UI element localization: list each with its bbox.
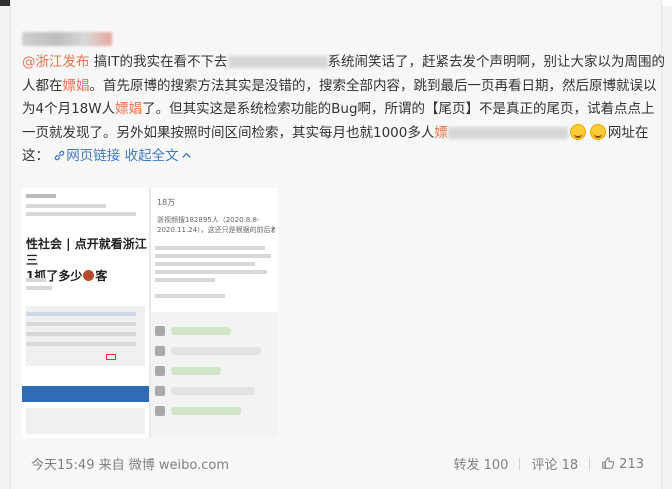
comment-count: 18 [561,458,579,473]
thumb-line [155,262,255,266]
keyword-highlight[interactable]: 嫖娼 [115,101,142,117]
post-line-3: 为4个月18W人嫖娼了。但其实这是系统检索功能的Bug啊，所谓的【尾页】不是真正… [22,98,655,122]
chat-avatar [155,366,165,376]
thumbnail-body-line-1: 浙视频搜182895人（2020.8.8- [157,216,260,224]
chevron-up-icon [181,152,191,158]
thumb-line [155,270,267,274]
author-name-redacted[interactable] [22,30,112,48]
collapse-label: 收起全文 [124,148,179,164]
like-count: 213 [619,456,644,472]
thumb-line [26,312,136,316]
divider [519,457,521,470]
collapse-button[interactable]: 收起全文 [125,148,192,164]
thumb-line [26,194,56,198]
web-link-label: 网页链接 [66,148,121,164]
chat-bubble [171,387,255,395]
chat-bubble [171,407,241,415]
link-icon [55,150,65,161]
thumb-line [155,254,271,258]
post-actions: 转发 100 评论 18 213 [453,454,644,474]
post-text-segment: 了。但其实这是系统检索功能的Bug啊，所谓的【尾页】不是真正的尾页，试着点点上 [142,101,655,117]
thumbnail-headline-2-end: 客 [95,269,108,283]
thumb-line [26,204,106,208]
divider [589,457,591,470]
like-button[interactable]: 213 [601,456,644,472]
redacted-text-blur [447,126,568,139]
post-text-segment: 一页就发现了。另外如果按照时间区间检索，其实每月也就1000多人 [22,124,435,141]
thumb-line [155,294,225,298]
post-text-segment: 系统闹笑话了，赶紧去发个声明啊，别让大家以为周围的 [327,54,666,70]
comment-button[interactable]: 评论 18 [531,454,578,473]
beetle-emoji-icon [83,270,95,281]
thumb-line [155,278,215,282]
post-line-2: 人都在嫖娼。首先原博的搜索方法其实是没错的，搜索全部内容，跳到最后一页再看日期，… [22,75,657,99]
chat-bubble [171,367,221,375]
repost-button[interactable]: 转发 100 [453,454,508,473]
mention-link[interactable]: @浙江发布 [22,54,90,70]
post-text-segment: 。首先原博的搜索方法其实是没错的，搜索全部内容，跳到最后一页再看日期，然后原博就… [89,77,657,94]
thumbnail-count: 18万 [157,198,176,207]
thumbnail-panel [26,408,145,434]
thumb-line [26,322,136,326]
post-text-segment: 搞IT的我实在看不下去 [93,54,228,70]
repost-label: 转发 [453,458,480,473]
thumbnail-red-highlight [106,354,116,360]
thumb-line [26,332,136,336]
redacted-text-blur [227,56,328,68]
laughing-tears-emoji-icon [589,123,606,140]
thumbnail-blue-banner [22,386,149,402]
post-text-segment: 为4个月18W人 [22,101,116,117]
repost-count: 100 [483,458,509,473]
chat-bubble [171,347,261,355]
web-link[interactable]: 网页链接 [53,148,124,164]
post-text-segment: 网址在 [607,124,649,141]
thumb-line [26,278,46,282]
laughing-tears-emoji-icon [569,123,586,140]
chat-avatar [155,406,165,416]
thumbnail-body-line-2: 2020.11.24），这还只是根据的前后着前 [157,226,275,234]
thumbnail-image-left[interactable]: 性社会 | 点开就看浙江三 1抓了多少客 [22,188,149,438]
thumb-line [26,342,136,346]
thumbnail-image-right[interactable]: 18万 浙视频搜182895人（2020.8.8- 2020.11.24），这还… [151,188,278,438]
image-thumbnails: 性社会 | 点开就看浙江三 1抓了多少客 18万 浙视频搜182895人（202… [22,188,278,438]
keyword-highlight[interactable]: 嫖娼 [63,78,90,94]
thumb-line [26,212,136,216]
comment-label: 评论 [531,458,558,473]
keyword-highlight[interactable]: 嫖 [434,125,448,141]
chat-avatar [155,386,165,396]
thumbs-up-icon [602,456,615,469]
thumb-line [155,246,265,250]
thumbnail-headline: 性社会 | 点开就看浙江三 1抓了多少客 [26,236,149,284]
post-text-segment: 这： [22,148,49,164]
post-line-4: 一页就发现了。另外如果按照时间区间检索，其实每月也就1000多人嫖 网址在 [22,122,652,146]
chat-bubble [171,327,231,335]
post-text-segment: 人都在 [22,77,63,94]
chat-avatar [155,346,165,356]
redacted-author-blur [22,32,112,46]
post-line-1: @浙江发布 搞IT的我实在看不下去 系统闹笑话了，赶紧去发个声明啊，别让大家以为周… [22,51,665,75]
chat-avatar [155,326,165,336]
thumbnail-headline-1: 性社会 | 点开就看浙江三 [26,237,147,267]
post-timestamp[interactable]: 今天15:49 来自 微博 weibo.com [31,454,229,473]
post-line-5: 这： 网页链接 收起全文 [22,145,652,169]
thumb-line [26,286,52,290]
post-text: @浙江发布 搞IT的我实在看不下去 系统闹笑话了，赶紧去发个声明啊，别让大家以为周… [22,51,665,169]
